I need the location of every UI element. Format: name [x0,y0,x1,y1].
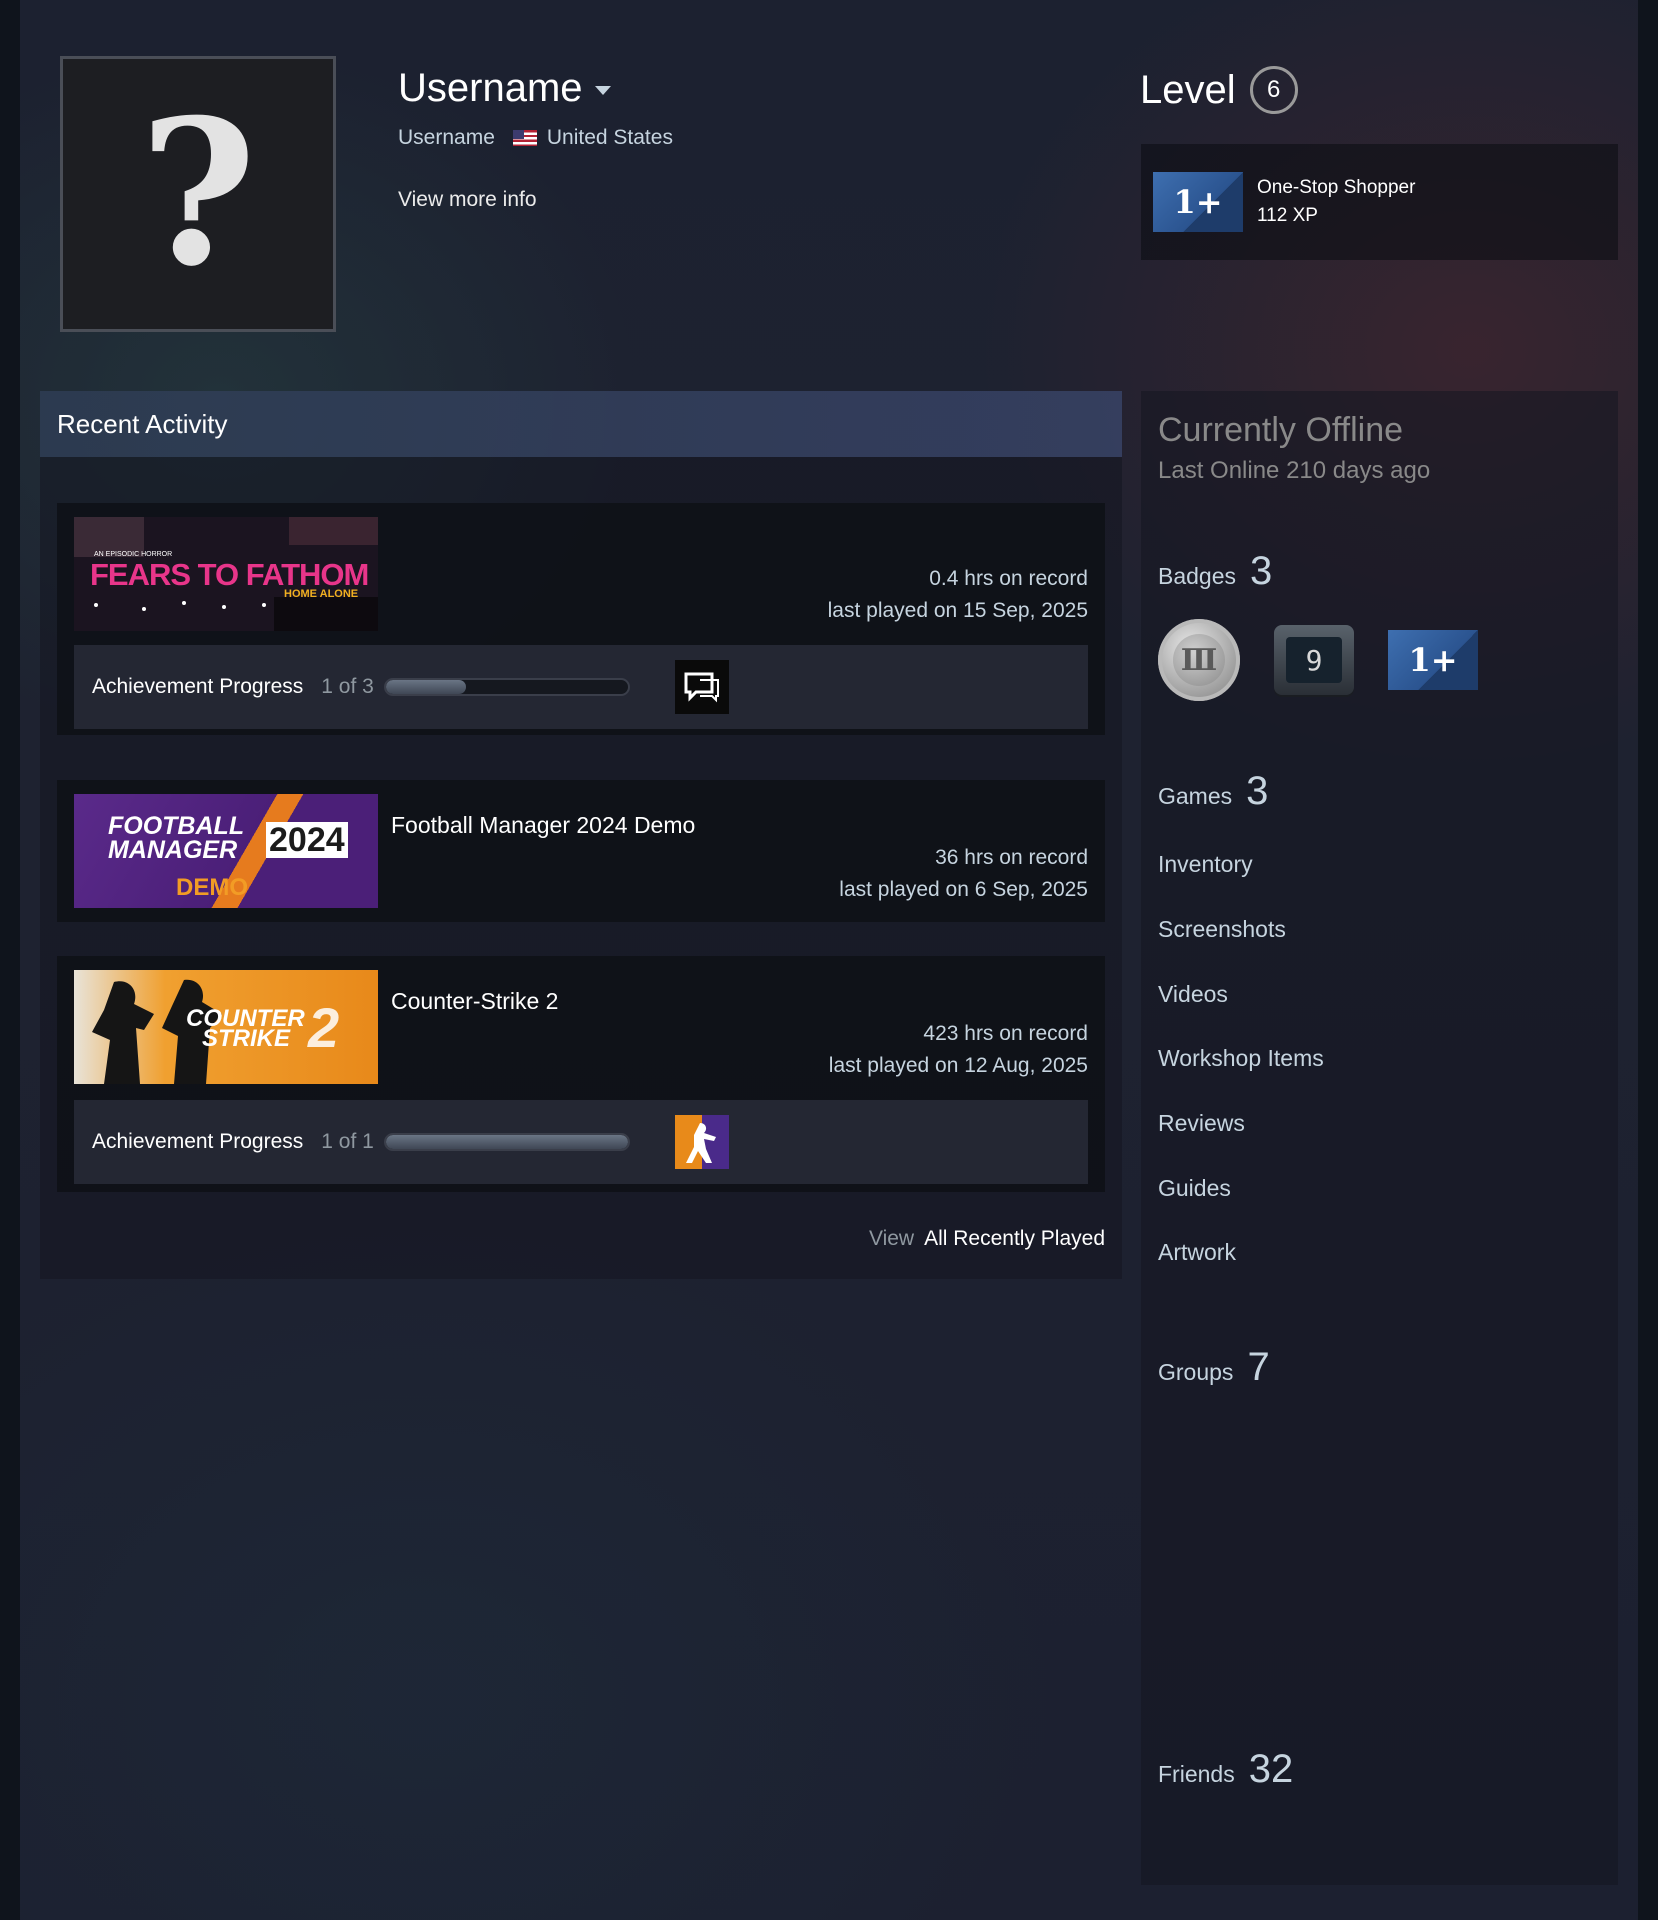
game-playtime: 36 hrs on record last played on 6 Sep, 2… [839,842,1088,906]
recent-game-counter-strike-2: COUNTER STRIKE 2 Counter-Strike 2 423 hr… [57,956,1105,1192]
badges-count: 3 [1250,549,1273,593]
games-count-link[interactable]: Games 3 [1158,769,1268,814]
persona-name-dropdown[interactable]: Username [398,66,611,111]
featured-badge-name: One-Stop Shopper [1257,177,1416,198]
hours-on-record: 0.4 hrs on record [929,567,1088,590]
capsule-line2: STRIKE [202,1025,291,1052]
guides-link[interactable]: Guides [1158,1175,1231,1202]
recent-activity-panel: Recent Activity AN EPISODIC HORROR FEARS… [40,391,1122,1279]
capsule-subtitle: HOME ALONE [284,588,359,600]
groups-count: 7 [1247,1345,1270,1389]
view-more-info-link[interactable]: View more info [398,188,537,212]
avatar[interactable]: ? [60,56,336,332]
cs2-achievement-icon[interactable] [674,1115,729,1169]
achievement-label: Achievement Progress [92,1130,304,1153]
games-label: Games [1158,783,1233,809]
profile-sidebar: Currently Offline Last Online 210 days a… [1141,391,1618,1885]
games-count: 3 [1246,769,1269,813]
featured-badge-info: One-Stop Shopper 112 XP [1257,174,1415,230]
videos-link[interactable]: Videos [1158,981,1228,1008]
level-label: Level [1140,67,1236,112]
years-of-service-badge-icon[interactable]: 9 [1274,625,1354,695]
progress-fill [385,1135,628,1149]
groups-count-link[interactable]: Groups 7 [1158,1345,1270,1390]
real-name-row: Username United States [398,126,673,150]
real-name: Username [398,126,495,149]
game-capsule-football-manager[interactable]: FOOTBALL MANAGER 2024 DEMO [74,794,378,908]
last-online: Last Online 210 days ago [1158,457,1431,484]
hours-on-record: 423 hrs on record [923,1022,1088,1045]
capsule-number: 2 [308,996,340,1059]
achievement-progress [383,1133,630,1151]
persona-name: Username [398,66,583,110]
groups-label: Groups [1158,1359,1234,1385]
view-all-link[interactable]: All Recently Played [924,1227,1105,1250]
capsule-line2: MANAGER [108,836,238,864]
reviews-link[interactable]: Reviews [1158,1110,1245,1137]
badges-count-link[interactable]: Badges 3 [1158,549,1272,594]
level-display: Level 6 [1140,66,1298,114]
recent-activity-header: Recent Activity [40,391,1122,457]
last-played: last played on 12 Aug, 2025 [828,1054,1088,1077]
achievement-progress-bar[interactable]: Achievement Progress 1 of 1 [74,1100,1088,1184]
friends-label: Friends [1158,1761,1235,1787]
profile-page: ? Username Username United States View m… [20,0,1638,1920]
level-circle: 6 [1249,66,1298,114]
achievement-progress [383,678,630,696]
us-flag-icon [512,130,537,146]
years-badge-number: 9 [1286,637,1342,683]
featured-badge-xp: 112 XP [1257,205,1318,226]
game-name[interactable]: Football Manager 2024 Demo [391,812,695,839]
one-stop-shopper-badge-icon: 1+ [1153,172,1243,232]
caret-down-icon [594,85,611,95]
achievement-count: 1 of 1 [321,1130,374,1153]
last-played: last played on 15 Sep, 2025 [827,599,1088,622]
view-all-recently-played[interactable]: View All Recently Played [869,1227,1105,1251]
last-played: last played on 6 Sep, 2025 [839,878,1088,901]
achievement-progress-bar[interactable]: Achievement Progress 1 of 3 [74,645,1088,729]
game-name[interactable]: Counter-Strike 2 [391,988,558,1015]
inventory-link[interactable]: Inventory [1158,851,1253,878]
game-playtime: 0.4 hrs on record last played on 15 Sep,… [828,563,1088,627]
capsule-year: 2024 [266,822,348,858]
badge-showcase: Ⅲ 9 1+ [1158,619,1478,701]
capsule-demo: DEMO [176,874,248,901]
achievement-label: Achievement Progress [92,675,304,698]
badges-label: Badges [1158,563,1237,589]
friends-count-link[interactable]: Friends 32 [1158,1747,1293,1792]
avatar-placeholder-glyph: ? [139,76,257,311]
view-prefix: View [868,1227,915,1250]
online-status: Currently Offline [1158,411,1404,449]
achievement-count: 1 of 3 [321,675,374,698]
screenshots-link[interactable]: Screenshots [1158,916,1286,943]
one-plus-badge-icon[interactable]: 1+ [1388,630,1478,690]
friends-count: 32 [1248,1747,1294,1791]
game-capsule-counter-strike-2[interactable]: COUNTER STRIKE 2 [74,970,378,1084]
featured-badge[interactable]: 1+ One-Stop Shopper 112 XP [1141,144,1618,260]
game-playtime: 423 hrs on record last played on 12 Aug,… [829,1018,1088,1082]
recent-game-football-manager: FOOTBALL MANAGER 2024 DEMO Football Mana… [57,780,1105,922]
workshop-items-link[interactable]: Workshop Items [1158,1045,1324,1072]
coin-emblem-icon: Ⅲ [1173,634,1225,686]
recent-game-fears-to-fathom: AN EPISODIC HORROR FEARS TO FATHOM HOME … [57,503,1105,735]
coin-badge-icon[interactable]: Ⅲ [1158,619,1240,701]
game-capsule-fears-to-fathom[interactable]: AN EPISODIC HORROR FEARS TO FATHOM HOME … [74,517,378,631]
artwork-link[interactable]: Artwork [1158,1239,1236,1266]
country: United States [546,126,673,149]
progress-fill [385,680,467,694]
hours-on-record: 36 hrs on record [935,846,1088,869]
chat-bubble-achievement-icon[interactable] [674,660,729,714]
